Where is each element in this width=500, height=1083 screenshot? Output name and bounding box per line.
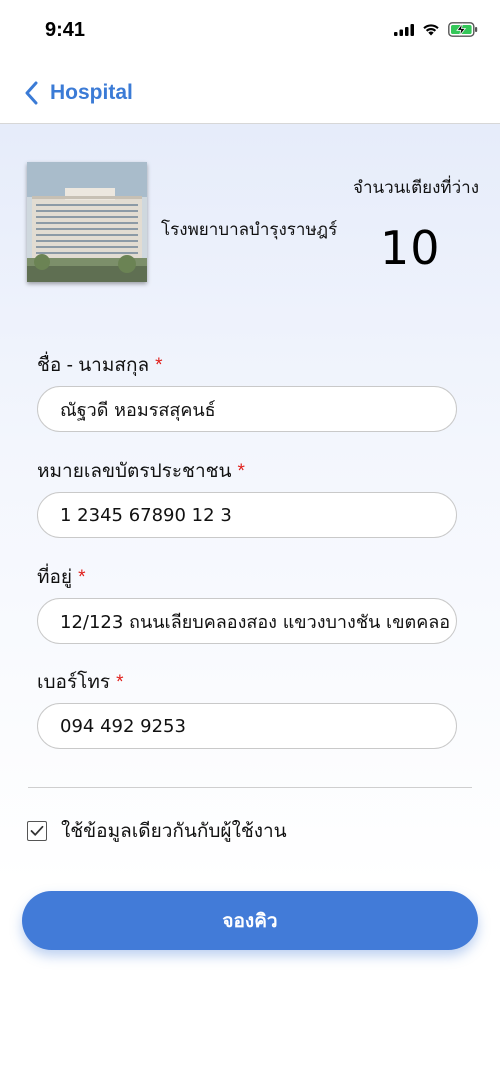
phone-field[interactable]: 094 492 9253 <box>37 703 457 749</box>
status-icons <box>394 22 478 37</box>
id-card-field[interactable]: 1 2345 67890 12 3 <box>37 492 457 538</box>
required-mark: * <box>155 355 163 376</box>
wifi-icon <box>423 24 439 36</box>
address-label-text: ที่อยู่ <box>37 567 73 588</box>
hospital-name: โรงพยาบาลบำรุงราษฎร์ <box>161 220 338 239</box>
id-card-label: หมายเลขบัตรประชาชน * <box>37 456 245 486</box>
available-beds-label: จำนวนเตียงที่ว่าง <box>352 178 479 197</box>
same-as-user-label: ใช้ข้อมูลเดียวกันกับผู้ใช้งาน <box>61 821 287 842</box>
same-as-user-option[interactable]: ใช้ข้อมูลเดียวกันกับผู้ใช้งาน <box>27 816 287 846</box>
nav-bar: Hospital <box>0 62 500 124</box>
book-queue-button[interactable]: จองคิว <box>22 891 478 950</box>
fullname-label: ชื่อ - นามสกุล * <box>37 350 163 380</box>
address-value: 12/123 ถนนเลียบคลองสอง แขวงบางชัน เขตคลอ <box>60 611 451 633</box>
status-bar: 9:41 <box>0 0 500 62</box>
back-button[interactable]: Hospital <box>24 71 133 115</box>
divider <box>28 787 472 788</box>
back-label: Hospital <box>50 81 133 104</box>
phone-label-text: เบอร์โทร <box>37 672 111 693</box>
phone-value: 094 492 9253 <box>60 715 186 737</box>
status-time: 9:41 <box>45 19 86 41</box>
same-as-user-checkbox[interactable] <box>27 821 47 841</box>
battery-charging-icon <box>448 22 478 37</box>
address-field[interactable]: 12/123 ถนนเลียบคลองสอง แขวงบางชัน เขตคลอ <box>37 598 457 644</box>
cellular-signal-icon <box>394 23 414 36</box>
available-beds-count: 10 <box>380 221 441 275</box>
fullname-value: ณัฐวดี หอมรสสุคนธ์ <box>60 399 216 421</box>
required-mark: * <box>78 567 86 588</box>
fullname-label-text: ชื่อ - นามสกุล <box>37 355 150 376</box>
chevron-left-icon <box>25 81 38 105</box>
address-label: ที่อยู่ * <box>37 562 85 592</box>
main-content: จำนวนเตียงที่ว่าง โรงพยาบาลบำรุงราษฎร์ 1… <box>0 124 500 1083</box>
required-mark: * <box>237 461 245 482</box>
fullname-field[interactable]: ณัฐวดี หอมรสสุคนธ์ <box>37 386 457 432</box>
required-mark: * <box>116 672 124 693</box>
id-card-value: 1 2345 67890 12 3 <box>60 504 232 526</box>
hospital-photo <box>27 162 147 282</box>
checkmark-icon <box>30 825 44 836</box>
id-card-label-text: หมายเลขบัตรประชาชน <box>37 461 232 482</box>
phone-label: เบอร์โทร * <box>37 667 124 697</box>
